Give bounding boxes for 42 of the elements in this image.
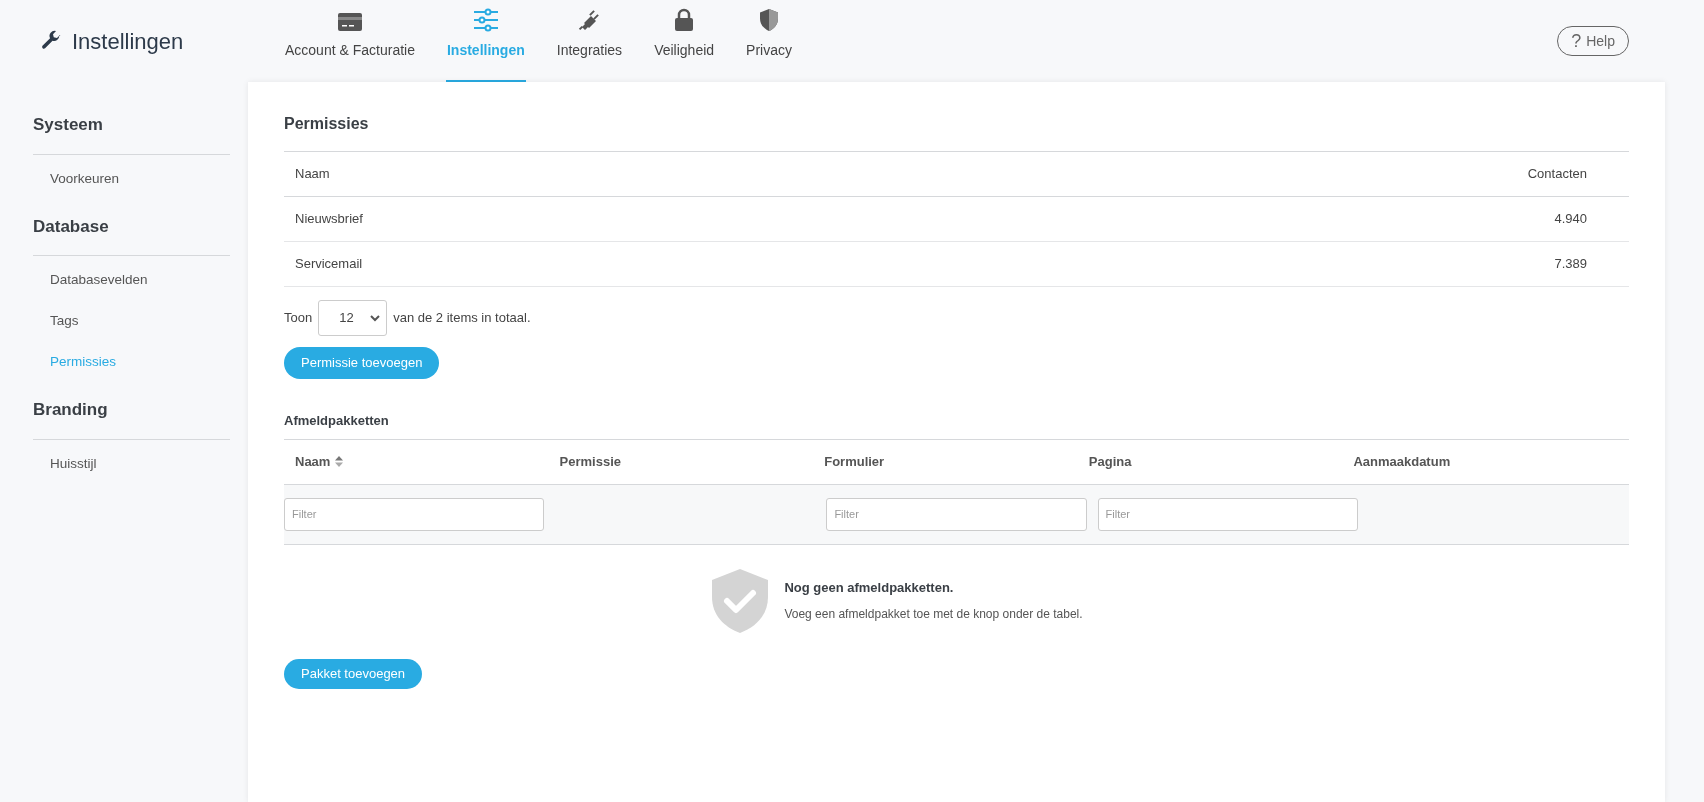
column-header: Naam bbox=[295, 452, 331, 471]
sliders-icon bbox=[472, 8, 499, 32]
empty-state-title: Nog geen afmeldpakketten. bbox=[784, 578, 955, 597]
pagination-label: Toon bbox=[284, 309, 313, 328]
chevron-down-icon bbox=[370, 314, 381, 322]
page-size-select[interactable]: 12 bbox=[318, 300, 388, 336]
shield-check-icon bbox=[710, 568, 771, 633]
filter-field[interactable]: Filter bbox=[284, 497, 545, 531]
table-cell-text: 7.389 bbox=[1554, 255, 1588, 274]
table-cell-text: 4.940 bbox=[1554, 210, 1588, 229]
table-cell-text: Servicemail bbox=[295, 255, 364, 274]
section-title: Permissies bbox=[284, 114, 370, 134]
section-heading: Systeem bbox=[33, 112, 230, 155]
shield-icon bbox=[758, 8, 780, 32]
sidebar-item[interactable]: Databasevelden bbox=[33, 260, 230, 301]
column-header: Permissie bbox=[559, 452, 622, 471]
nav-tab[interactable]: Privacy bbox=[745, 0, 793, 82]
column-header: Formulier bbox=[824, 452, 885, 471]
empty-state-text: Voeg een afmeldpakket toe met de knop onder de tabel. bbox=[784, 606, 1083, 624]
filter-field[interactable]: Filter bbox=[826, 497, 1087, 531]
sidebar-item[interactable]: Huisstijl bbox=[33, 443, 230, 485]
table-cell-text: Nieuwsbrief bbox=[295, 210, 364, 229]
sidebar-item[interactable]: Tags bbox=[33, 301, 230, 342]
column-header: Pagina bbox=[1088, 452, 1132, 471]
plug-icon bbox=[577, 8, 602, 32]
sidebar-item[interactable]: Voorkeuren bbox=[33, 158, 230, 200]
column-header: Contacten bbox=[1527, 165, 1588, 184]
section-heading: Branding bbox=[33, 397, 230, 440]
credit-card-icon bbox=[336, 12, 363, 32]
sort-icon[interactable] bbox=[335, 456, 344, 467]
column-header: Aanmaakdatum bbox=[1353, 452, 1451, 471]
column-header: Naam bbox=[295, 165, 331, 184]
nav-tab[interactable]: Account & Facturatie bbox=[284, 0, 416, 82]
nav-tab[interactable]: Veiligheid bbox=[653, 0, 716, 82]
section-heading: Database bbox=[33, 213, 230, 256]
section-title: Afmeldpakketten bbox=[284, 412, 390, 430]
lock-icon bbox=[673, 8, 696, 32]
pagination-text: van de 2 items in totaal. bbox=[393, 309, 531, 328]
nav-tab[interactable]: Integraties bbox=[555, 0, 624, 82]
wrench-icon bbox=[40, 30, 62, 52]
page-title: Instellingen bbox=[72, 27, 184, 56]
filter-field[interactable]: Filter bbox=[1097, 497, 1358, 531]
